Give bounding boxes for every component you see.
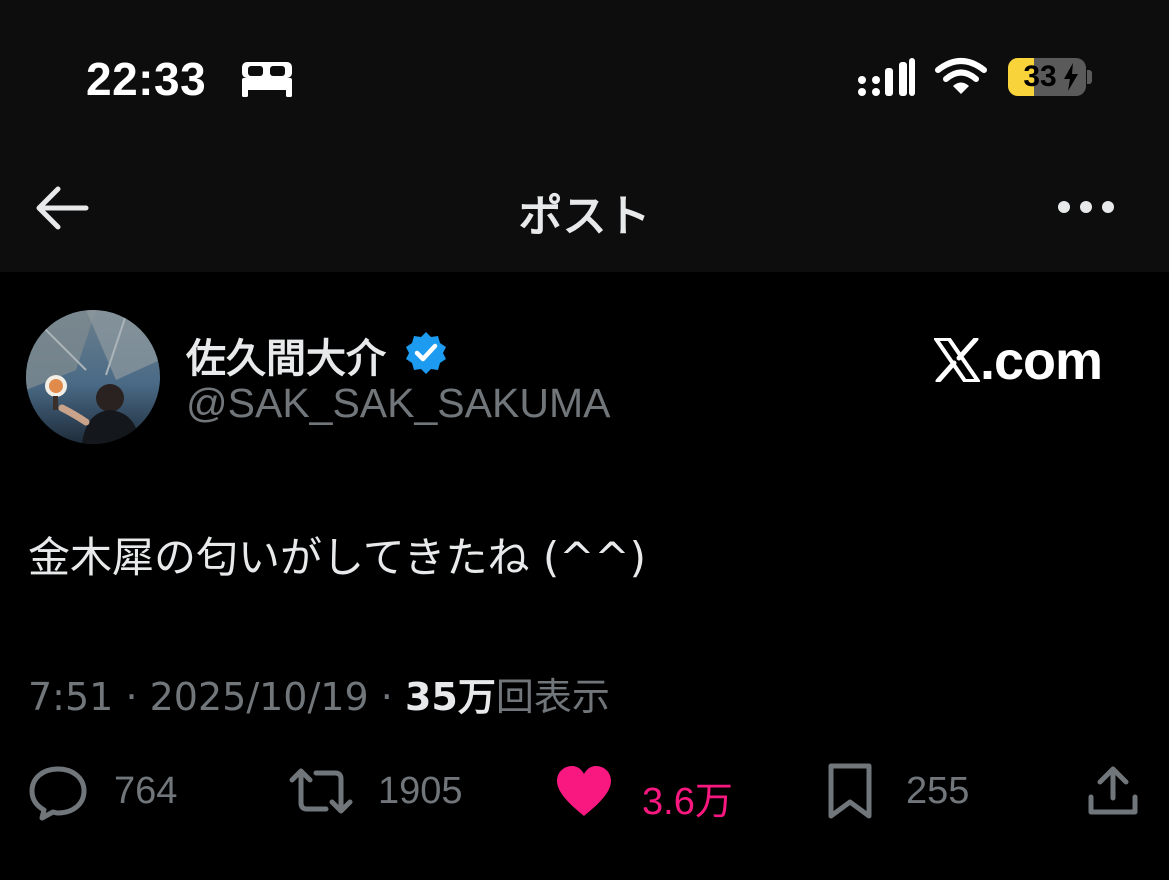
bookmark-icon[interactable] (826, 762, 874, 820)
post-meta: 7:51 · 2025/10/19 · 35万回表示 (28, 666, 610, 721)
bookmark-count: 255 (906, 770, 970, 812)
page-title: ポスト (518, 191, 651, 242)
author-display-name[interactable]: 佐久間大介 (186, 326, 386, 384)
author-handle[interactable]: @SAK_SAK_SAKUMA (186, 380, 610, 427)
battery-indicator: 33 (1008, 58, 1086, 96)
x-com-watermark: .com (930, 330, 1120, 391)
like-heart-icon[interactable] (554, 764, 614, 818)
wifi-icon (935, 58, 987, 94)
post-time[interactable]: 7:51 (28, 675, 113, 719)
watermark-domain: .com (980, 331, 1103, 391)
avatar-photo (26, 310, 160, 444)
repost-icon[interactable] (288, 766, 354, 816)
avatar[interactable] (26, 310, 160, 444)
reply-count: 764 (114, 770, 178, 812)
charging-bolt-icon (1064, 63, 1078, 91)
post-date[interactable]: 2025/10/19 (150, 675, 369, 719)
meta-separator: · (125, 675, 138, 719)
status-bar: 22:33 33 (0, 0, 1169, 150)
views-count: 35万 (404, 675, 496, 719)
repost-count: 1905 (378, 770, 463, 812)
bed-icon (242, 62, 292, 97)
post-text: 金木犀の匂いがしてきたね (^^) (28, 533, 646, 582)
status-time: 22:33 (86, 53, 207, 105)
signal-icon (858, 58, 915, 96)
share-icon[interactable] (1086, 764, 1140, 818)
verified-badge-icon (406, 332, 446, 374)
reply-icon[interactable] (28, 764, 88, 822)
battery-tip (1087, 70, 1092, 84)
like-count: 3.6万 (642, 781, 733, 823)
meta-separator: · (380, 675, 393, 719)
more-horizontal-icon[interactable] (1056, 194, 1116, 220)
x-logo-icon (934, 338, 980, 382)
views-label: 回表示 (495, 675, 610, 719)
